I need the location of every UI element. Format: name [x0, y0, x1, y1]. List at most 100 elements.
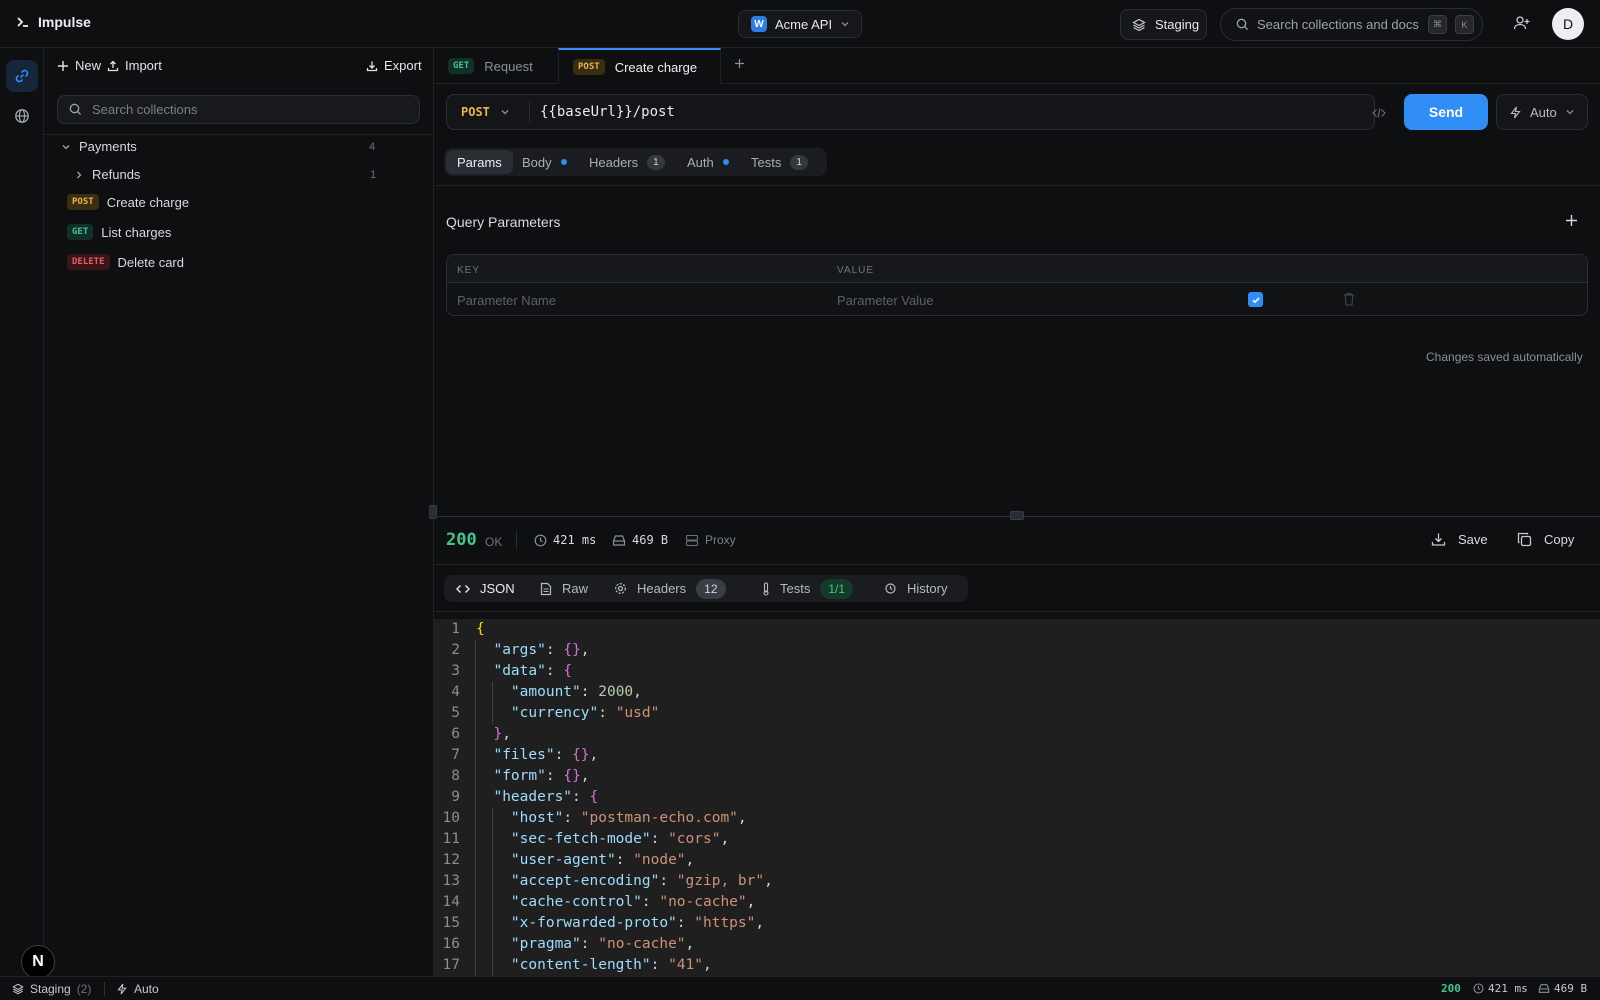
- avatar[interactable]: D: [1552, 8, 1584, 40]
- tab-auth[interactable]: Auth: [676, 150, 740, 174]
- shortcut-mod-key: ⌘: [1428, 15, 1447, 34]
- method-badge: POST: [67, 194, 99, 210]
- collections-search[interactable]: Search collections: [57, 95, 420, 124]
- tab-create-charge[interactable]: POST Create charge: [558, 48, 721, 84]
- code-line: 1{: [434, 619, 1594, 640]
- folder-payments[interactable]: Payments: [61, 139, 137, 154]
- link-icon: [14, 68, 30, 84]
- environment-button[interactable]: Staging: [1120, 9, 1207, 40]
- add-user-icon[interactable]: [1513, 14, 1531, 32]
- tab-headers[interactable]: Headers 1: [578, 150, 676, 174]
- history-icon: [884, 582, 897, 595]
- save-response-button[interactable]: Save: [1431, 532, 1488, 547]
- code-text: "currency": "usd": [510, 705, 660, 721]
- new-tab-button[interactable]: [734, 58, 745, 69]
- tab-body[interactable]: Body: [511, 150, 578, 174]
- rail-collections-button[interactable]: [6, 60, 38, 92]
- request-section-tabs: Params Body Headers 1 Auth Tests 1: [444, 148, 827, 176]
- code-text: "headers": {: [493, 789, 599, 805]
- divider: [434, 611, 1600, 612]
- app-name: Impulse: [38, 14, 91, 30]
- import-label: Import: [125, 58, 162, 73]
- request-item[interactable]: GET List charges: [67, 224, 171, 240]
- status-environment[interactable]: Staging (2): [12, 982, 91, 996]
- code-text: "amount": 2000,: [510, 684, 642, 700]
- new-button[interactable]: New: [57, 58, 101, 73]
- workspace-badge: W: [751, 16, 767, 32]
- tab-label: Headers: [589, 154, 639, 170]
- proxy-indicator: Proxy: [685, 533, 736, 547]
- mode-selector[interactable]: Auto: [1496, 94, 1588, 130]
- status-mode[interactable]: Auto: [116, 982, 159, 996]
- line-number: 11: [442, 831, 460, 847]
- tab-json[interactable]: JSON: [456, 575, 515, 602]
- method-badge: POST: [573, 59, 605, 75]
- tab-label: Params: [457, 154, 502, 170]
- param-value-input[interactable]: Parameter Value: [837, 293, 934, 308]
- params-table: KEY VALUE Parameter Name Parameter Value: [446, 254, 1588, 316]
- terminal-icon: [16, 15, 30, 29]
- clock-icon: [1473, 983, 1484, 994]
- tab-label: Raw: [562, 581, 589, 596]
- tests-passed-badge: 1/1: [820, 578, 854, 599]
- method-selector[interactable]: POST: [461, 95, 510, 129]
- workspace-selector[interactable]: W Acme API: [738, 10, 862, 38]
- line-number: 12: [442, 852, 460, 868]
- code-line: 13 "accept-encoding": "gzip, br",: [434, 871, 1594, 892]
- code-text: "data": {: [493, 663, 573, 679]
- line-number: 13: [442, 873, 460, 889]
- request-name: Create charge: [106, 194, 190, 210]
- status-code: 200: [446, 530, 477, 550]
- tab-history[interactable]: History: [884, 575, 947, 602]
- response-tabs: JSON Raw Headers 12 Tests 1/1 History: [444, 575, 968, 602]
- tab-response-tests[interactable]: Tests 1/1: [762, 575, 854, 602]
- count-badge: 1: [647, 154, 665, 170]
- chevron-down-icon: [500, 107, 510, 117]
- url-input[interactable]: [529, 101, 1329, 123]
- code-text: },: [493, 726, 511, 742]
- param-enabled-checkbox[interactable]: [1248, 292, 1263, 307]
- line-number: 5: [451, 705, 460, 721]
- copy-response-button[interactable]: Copy: [1517, 532, 1574, 547]
- request-tabs: GET Request POST Create charge: [434, 48, 1600, 84]
- response-body-editor[interactable]: 1{2 "args": {}, 3 "data": {4 "amount": 20…: [434, 619, 1600, 976]
- tab-params[interactable]: Params: [446, 150, 513, 174]
- send-button[interactable]: Send: [1404, 94, 1488, 130]
- folder-count: 1: [370, 169, 377, 181]
- folder-refunds[interactable]: Refunds: [74, 167, 140, 182]
- code-icon[interactable]: [1372, 106, 1386, 120]
- line-number: 17: [442, 957, 460, 973]
- indent-guide: [475, 640, 476, 976]
- code-line: 11 "sec-fetch-mode": "cors",: [434, 829, 1594, 850]
- top-bar: Impulse W Acme API Staging Search collec…: [0, 0, 1600, 48]
- tab-response-headers[interactable]: Headers 12: [614, 575, 726, 602]
- tab-label: Headers: [637, 581, 687, 596]
- code-line: 8 "form": {},: [434, 766, 1594, 787]
- clock-icon: [534, 534, 547, 547]
- tab-label: Tests: [780, 581, 811, 596]
- import-button[interactable]: Import: [107, 58, 162, 73]
- request-item[interactable]: POST Create charge: [67, 194, 189, 210]
- search-icon: [69, 103, 82, 116]
- tab-raw[interactable]: Raw: [540, 575, 588, 602]
- chevron-down-icon: [840, 19, 850, 29]
- count-badge: 1: [790, 154, 808, 170]
- global-search[interactable]: Search collections and docs ⌘ K: [1220, 8, 1483, 41]
- tab-label: Tests: [751, 154, 782, 170]
- trash-icon[interactable]: [1342, 291, 1356, 307]
- export-button[interactable]: Export: [366, 58, 422, 73]
- rail-environments-button[interactable]: [6, 100, 38, 132]
- tab-request[interactable]: GET Request: [434, 48, 558, 84]
- code-text: "user-agent": "node",: [510, 852, 695, 868]
- tab-tests[interactable]: Tests 1: [740, 150, 819, 174]
- add-param-button[interactable]: [1565, 214, 1578, 227]
- request-item[interactable]: DELETE Delete card: [67, 254, 184, 270]
- drive-icon: [1538, 983, 1550, 994]
- method-badge: DELETE: [67, 254, 110, 270]
- param-key-input[interactable]: Parameter Name: [457, 293, 556, 308]
- params-header-row: [447, 255, 1587, 283]
- gear-icon: [614, 582, 627, 595]
- code-icon: [456, 583, 470, 595]
- app-brand[interactable]: Impulse: [16, 14, 91, 30]
- indent-guide: [492, 682, 493, 724]
